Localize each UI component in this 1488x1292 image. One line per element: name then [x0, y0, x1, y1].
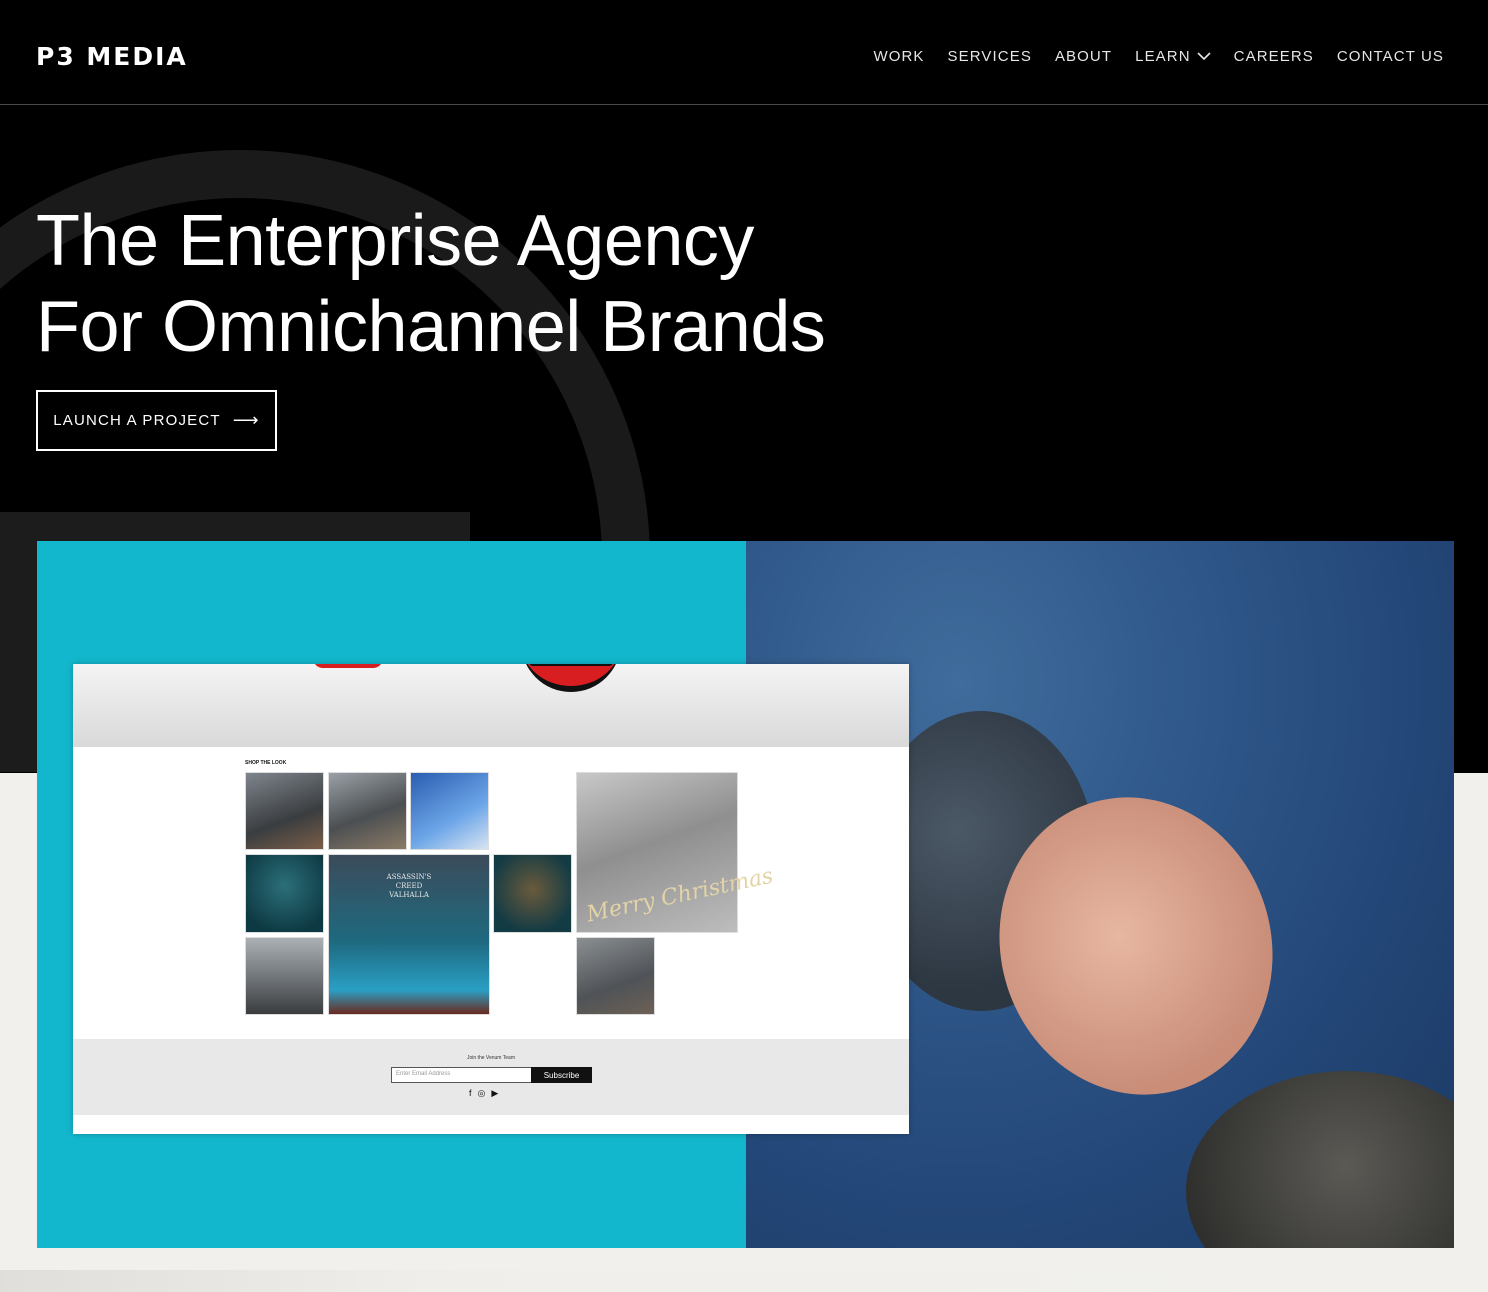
- merry-christmas-text: Merry Christmas: [584, 863, 776, 928]
- gallery-tile: [245, 772, 324, 850]
- arrow-right-icon: ⟶: [232, 410, 260, 430]
- website-mockup: SHOP THE LOOK Merry Christmas ASSASSIN'S…: [73, 664, 909, 1134]
- instagram-icon: ◎: [477, 1088, 486, 1098]
- nav-item-services[interactable]: SERVICES: [948, 48, 1032, 65]
- nav-item-contact-us[interactable]: CONTACT US: [1337, 48, 1444, 65]
- mockup-subscribe-button: Subscribe: [531, 1067, 592, 1083]
- mockup-hero-strip: [73, 664, 909, 747]
- hero-headline-line-2: For Omnichannel Brands: [36, 287, 826, 367]
- gallery-tile: [576, 937, 655, 1015]
- chevron-down-icon: [1197, 52, 1211, 61]
- shop-the-look-label: SHOP THE LOOK: [245, 760, 287, 766]
- top-navigation-bar: P3 MEDIA WORK SERVICES ABOUT LEARN CAREE…: [0, 0, 1488, 105]
- gallery-tile: [493, 854, 572, 933]
- nav-item-about[interactable]: ABOUT: [1055, 48, 1112, 65]
- gallery-tile: [245, 854, 324, 933]
- gallery-tile: [328, 772, 407, 850]
- launch-project-button[interactable]: LAUNCH A PROJECT ⟶: [36, 390, 277, 451]
- gallery-tile-valhalla: ASSASSIN'S CREED VALHALLA: [328, 854, 490, 1015]
- gallery-tile-christmas: Merry Christmas: [576, 772, 775, 933]
- facebook-icon: f: [469, 1088, 472, 1098]
- main-nav: WORK SERVICES ABOUT LEARN CAREERS CONTAC…: [850, 48, 1444, 65]
- hero-headline: The Enterprise Agency For Omnichannel Br…: [36, 198, 826, 370]
- mockup-glove-image: [521, 664, 621, 692]
- join-team-text: Join the Venum Team: [467, 1055, 515, 1061]
- p3-media-logo[interactable]: P3 MEDIA: [36, 42, 188, 71]
- wrist-glove-shape: [1186, 1071, 1454, 1248]
- valhalla-text: ASSASSIN'S CREED VALHALLA: [386, 873, 432, 899]
- hero-headline-line-1: The Enterprise Agency: [36, 201, 754, 281]
- bottom-shadow: [0, 1270, 1488, 1292]
- mockup-email-field: Enter Email Address: [391, 1067, 532, 1083]
- nav-item-learn[interactable]: LEARN: [1135, 48, 1211, 65]
- gallery-tile: [245, 937, 324, 1015]
- youtube-icon: ▶: [491, 1088, 499, 1098]
- nav-item-work[interactable]: WORK: [873, 48, 924, 65]
- nav-item-learn-label: LEARN: [1135, 48, 1191, 65]
- gallery-tile: [410, 772, 489, 850]
- nav-item-careers[interactable]: CAREERS: [1234, 48, 1314, 65]
- mockup-social-icons: f ◎ ▶: [469, 1088, 498, 1099]
- mockup-red-accent: [313, 664, 383, 668]
- mockup-footer: Join the Venum Team Enter Email Address …: [73, 1039, 909, 1115]
- showcase-media: SHOP THE LOOK Merry Christmas ASSASSIN'S…: [37, 541, 1454, 1248]
- launch-project-label: LAUNCH A PROJECT: [53, 412, 221, 429]
